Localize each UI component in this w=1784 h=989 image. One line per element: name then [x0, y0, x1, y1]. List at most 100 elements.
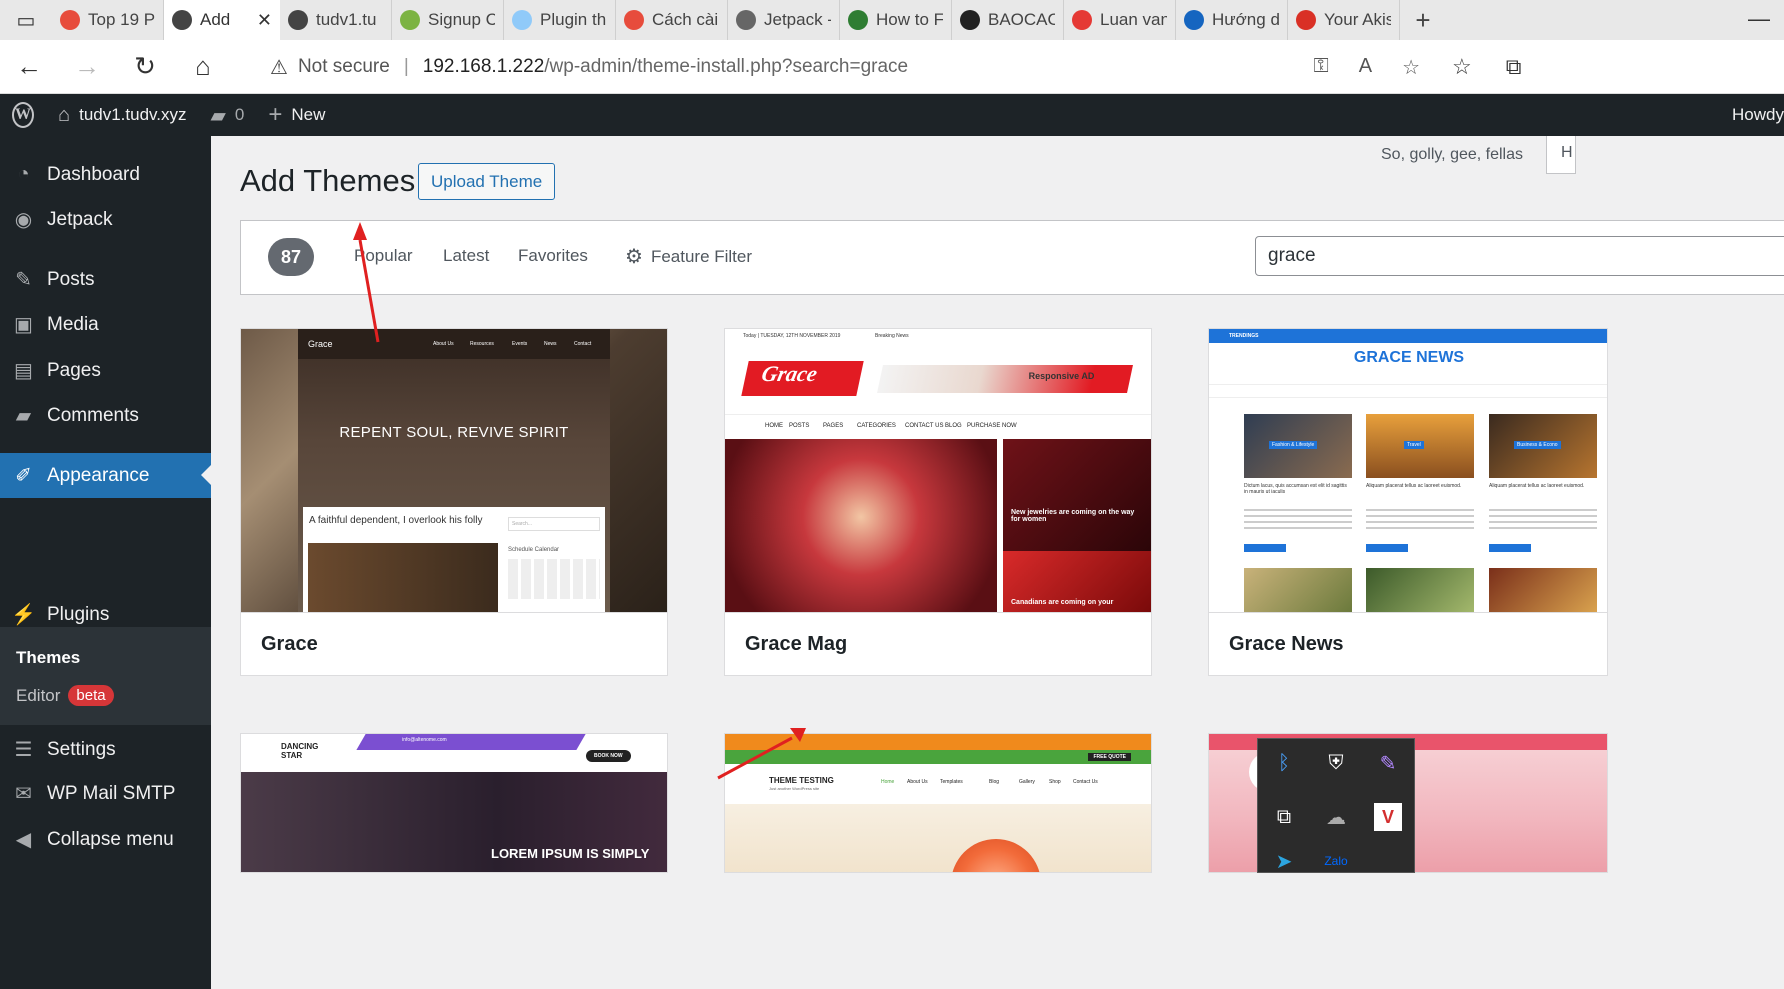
upload-theme-button[interactable]: Upload Theme	[418, 163, 556, 200]
theme-card-grace-mag[interactable]: Today | TUESDAY, 12TH NOVEMBER 2019 Brea…	[724, 328, 1152, 676]
preview-headline: Aliquam placerat tellus ac laoreet euism…	[1366, 483, 1462, 489]
browser-tab[interactable]: Jetpack -	[728, 0, 840, 40]
forward-icon[interactable]: →	[58, 40, 116, 94]
preview-breaking: Breaking News	[875, 333, 909, 339]
reload-icon[interactable]: ↻	[116, 40, 174, 94]
comments-menu[interactable]: ▰ 0	[199, 94, 257, 136]
sidebar-item-appearance[interactable]: ✐ Appearance	[0, 453, 211, 498]
feature-filter-button[interactable]: ⚙ Feature Filter	[625, 244, 752, 269]
sidebar-item-settings[interactable]: ☰ Settings	[0, 727, 211, 772]
preview-logo: Grace	[308, 339, 333, 349]
zalo-icon[interactable]: Zalo	[1322, 851, 1350, 871]
tab-actions-icon[interactable]: ▭	[0, 0, 52, 40]
browser-tab-label: Hướng d	[1212, 10, 1279, 29]
sidebar-item-dashboard[interactable]: ◔ Dashboard	[0, 152, 211, 197]
theme-screenshot[interactable]: Today | TUESDAY, 12TH NOVEMBER 2019 Brea…	[725, 329, 1151, 612]
read-aloud-icon[interactable]: A	[1359, 55, 1372, 80]
browser-tab-label: tudv1.tu	[316, 10, 377, 29]
tab-latest[interactable]: Latest	[443, 246, 489, 266]
theme-card-theme-testing[interactable]: FREE QUOTE THEME TESTING Just another Wo…	[724, 733, 1152, 873]
bluetooth-icon[interactable]: ᛒ	[1270, 749, 1298, 777]
browser-tab[interactable]: Plugin th	[504, 0, 616, 40]
url-host[interactable]: 192.168.1.222	[423, 56, 545, 78]
sidebar-item-posts[interactable]: ✎ Posts	[0, 257, 211, 302]
preview-nav-item: Contact	[574, 341, 592, 347]
feather-icon[interactable]: ✎	[1374, 749, 1402, 777]
tab-popular[interactable]: Popular	[354, 246, 413, 266]
help-tab[interactable]: H	[1546, 136, 1576, 174]
browser-tab[interactable]: Top 19 P	[52, 0, 164, 40]
key-icon[interactable]: ⚿	[1313, 55, 1328, 80]
dashboard-icon: ◔	[17, 163, 30, 185]
sidebar-item-comments[interactable]: ▰ Comments	[0, 393, 211, 438]
browser-tab[interactable]: Signup C	[392, 0, 504, 40]
home-icon[interactable]: ⌂	[174, 40, 232, 94]
submenu-themes[interactable]: Themes	[16, 648, 80, 668]
preview-menu-item: BLOG	[945, 423, 962, 429]
theme-count-badge: 87	[268, 238, 314, 276]
feature-filter-label: Feature Filter	[650, 246, 753, 266]
cloud-icon[interactable]: ☁	[1322, 803, 1350, 831]
browser-tab-label: Your Akis	[1324, 10, 1391, 29]
sidebar-item-media[interactable]: ▣ Media	[0, 302, 211, 347]
preview-caption: New jewelries are coming on the way for …	[1011, 509, 1135, 523]
telegram-icon[interactable]: ➤	[1270, 851, 1298, 873]
security-shield-icon[interactable]: ⛨	[1322, 749, 1350, 777]
theme-screenshot[interactable]: TRENDINGS GRACE NEWS Fashion & Lifestyle…	[1209, 329, 1607, 612]
browser-tab[interactable]: Add ✕	[164, 0, 280, 40]
user-account-menu[interactable]: Howdy	[1732, 94, 1784, 136]
sidebar-item-pages[interactable]: ▤ Pages	[0, 348, 211, 393]
page-icon-icon	[288, 10, 308, 30]
browser-tab[interactable]: Luan van	[1064, 0, 1176, 40]
browser-tab[interactable]: tudv1.tu	[280, 0, 392, 40]
preview-email: info@altenome.com	[402, 737, 447, 743]
sidebar-item-collapse-menu[interactable]: ◀ Collapse menu	[0, 817, 211, 862]
browser-tab[interactable]: Cách cài	[616, 0, 728, 40]
theme-card-dancing-star[interactable]: DANCING STAR info@altenome.com BOOK NOW …	[240, 733, 668, 873]
preview-nav-item: Events	[512, 341, 528, 347]
home-icon: ⌂	[58, 103, 71, 126]
theme-search-input[interactable]	[1255, 236, 1784, 276]
wordpress-logo-menu[interactable]: W	[0, 94, 46, 136]
comment-icon: ▰	[210, 104, 226, 127]
add-favorite-icon[interactable]: ☆	[1402, 55, 1420, 80]
browser-tab-label: Signup C	[428, 10, 495, 29]
favorites-icon[interactable]: ☆	[1452, 54, 1472, 80]
preview-menu-item: POSTS	[789, 423, 810, 429]
sidebar-item-jetpack[interactable]: ◉ Jetpack	[0, 197, 211, 242]
theme-card-grace-news[interactable]: TRENDINGS GRACE NEWS Fashion & Lifestyle…	[1208, 328, 1608, 676]
theme-screenshot[interactable]: Grace About Us Resources Events News Con…	[241, 329, 667, 612]
browser-tab[interactable]: Your Akis	[1288, 0, 1400, 40]
tab-favorites[interactable]: Favorites	[518, 246, 588, 266]
browser-tab[interactable]: BAOCAO	[952, 0, 1064, 40]
gear-icon: ⚙	[625, 246, 643, 268]
plug-icon: ⚡	[11, 604, 36, 626]
beta-badge: beta	[68, 685, 114, 706]
browser-tab[interactable]: How to F	[840, 0, 952, 40]
preview-caption: Canadians are coming on your	[1011, 599, 1114, 606]
vietkey-icon[interactable]: V	[1374, 803, 1402, 831]
site-name-menu[interactable]: ⌂ tudv1.tudv.xyz	[46, 94, 199, 136]
wordpress-grey-icon	[736, 10, 756, 30]
preview-nav-item: Contact Us	[1073, 779, 1098, 785]
theme-name-bar: Grace News	[1209, 612, 1607, 675]
browser-tab-label: Luan van	[1100, 10, 1167, 29]
browser-tab[interactable]: Hướng d	[1176, 0, 1288, 40]
address-bar[interactable]: ⚠ Not secure | 192.168.1.222/wp-admin/th…	[248, 46, 1436, 88]
new-content-menu[interactable]: + New	[256, 94, 337, 136]
copy-screen-icon[interactable]: ⧉	[1270, 803, 1298, 831]
warning-icon[interactable]: ⚠	[270, 55, 288, 80]
preview-title: THEME TESTING	[769, 776, 834, 785]
preview-logo: DANCING STAR	[281, 742, 319, 760]
submenu-editor[interactable]: Editor beta	[16, 685, 114, 706]
new-tab-button[interactable]: +	[1400, 5, 1446, 36]
url-path[interactable]: /wp-admin/theme-install.php?search=grace	[544, 56, 908, 78]
collections-icon[interactable]: ⧉	[1506, 54, 1522, 80]
close-tab-icon[interactable]: ✕	[257, 10, 272, 31]
not-secure-label[interactable]: Not secure	[298, 56, 390, 78]
sidebar-item-wp-mail-smtp[interactable]: ✉ WP Mail SMTP	[0, 771, 211, 816]
minimize-icon[interactable]: —	[1748, 6, 1770, 32]
theme-card-grace[interactable]: Grace About Us Resources Events News Con…	[240, 328, 668, 676]
letter-a-green-icon	[400, 10, 420, 30]
back-icon[interactable]: ←	[0, 40, 58, 94]
